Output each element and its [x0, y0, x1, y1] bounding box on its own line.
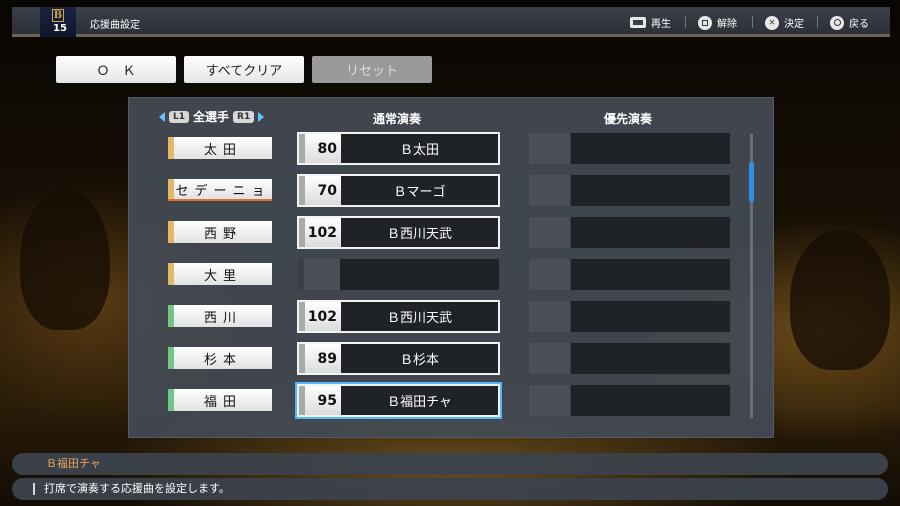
song-number: 89 — [299, 344, 341, 373]
player-name: 太田 — [203, 142, 242, 158]
cheer-song-panel: L1 全選手 R1 通常演奏 優先演奏 太田 80 Ｂ太田セデーニョ 70 Ｂマーゴ西野… — [128, 97, 774, 438]
position-stripe — [168, 263, 174, 285]
selected-song-bar: Ｂ福田チャ — [12, 453, 888, 475]
hint-separator — [752, 16, 753, 28]
player-name-card[interactable]: 大里 — [168, 263, 272, 285]
description-text: 打席で演奏する応援曲を設定します。 — [44, 482, 230, 495]
filter-label: 全選手 — [193, 110, 230, 124]
normal-song-slot[interactable]: 89 Ｂ杉本 — [297, 342, 500, 375]
arrow-right-icon[interactable] — [258, 111, 265, 122]
touchpad-icon — [630, 17, 646, 28]
position-stripe — [168, 221, 174, 243]
team-logo: B 15 — [40, 7, 76, 37]
position-stripe — [168, 305, 174, 327]
song-name: Ｂ杉本 — [341, 344, 498, 373]
song-name: Ｂ太田 — [341, 134, 498, 163]
priority-song-slot[interactable] — [528, 342, 731, 375]
circle-button-icon — [830, 15, 844, 30]
position-stripe — [168, 347, 174, 369]
player-silhouette-left — [20, 190, 110, 330]
reset-button[interactable]: リセット — [312, 56, 432, 83]
l1-button-icon: L1 — [169, 110, 189, 123]
player-name-card[interactable]: セデーニョ — [168, 179, 272, 201]
normal-song-slot[interactable]: 80 Ｂ太田 — [297, 132, 500, 165]
priority-song-number — [529, 301, 571, 332]
song-number: 95 — [299, 386, 341, 415]
player-name: 大里 — [203, 268, 242, 284]
player-name: 西野 — [203, 226, 242, 242]
song-number — [298, 259, 340, 290]
position-stripe — [168, 389, 174, 411]
priority-song-slot[interactable] — [528, 300, 731, 333]
player-name-card[interactable]: 杉本 — [168, 347, 272, 369]
description-bar: 打席で演奏する応援曲を設定します。 — [12, 478, 888, 500]
player-name-card[interactable]: 西川 — [168, 305, 272, 327]
player-silhouette-right — [790, 230, 890, 370]
hint-confirm[interactable]: ✕ 決定 — [752, 15, 804, 30]
player-name: 西川 — [203, 310, 242, 326]
page-title: 応援曲設定 — [90, 20, 140, 31]
priority-song-number — [529, 385, 571, 416]
column-header-priority: 優先演奏 — [604, 112, 653, 126]
priority-song-slot[interactable] — [528, 384, 731, 417]
scrollbar-thumb[interactable] — [749, 162, 754, 202]
description-marker — [33, 483, 35, 495]
hint-play[interactable]: 再生 — [630, 15, 671, 30]
player-name: セデーニョ — [175, 183, 271, 199]
song-name: Ｂ福田チャ — [341, 386, 498, 415]
player-name-card[interactable]: 太田 — [168, 137, 272, 159]
position-stripe — [168, 137, 174, 159]
hint-play-label: 再生 — [651, 19, 671, 30]
player-name-card[interactable]: 西野 — [168, 221, 272, 243]
hint-confirm-label: 決定 — [784, 19, 804, 30]
priority-song-slot[interactable] — [528, 258, 731, 291]
hint-separator — [685, 16, 686, 28]
hint-back[interactable]: 戻る — [817, 15, 869, 30]
clear-all-button[interactable]: すべてクリア — [184, 56, 304, 83]
priority-song-slot[interactable] — [528, 216, 731, 249]
r1-button-icon: R1 — [233, 110, 255, 123]
song-number: 102 — [299, 218, 341, 247]
normal-song-slot[interactable] — [297, 258, 500, 291]
selected-song-name: Ｂ福田チャ — [46, 457, 101, 470]
arrow-left-icon[interactable] — [159, 111, 165, 122]
header-bar: B 15 応援曲設定 再生 解除 ✕ 決定 戻る — [12, 7, 890, 37]
priority-song-number — [529, 133, 571, 164]
normal-song-slot[interactable]: 70 Ｂマーゴ — [297, 174, 500, 207]
team-logo-mark: B — [52, 9, 64, 22]
hint-unset[interactable]: 解除 — [685, 15, 737, 30]
song-name: Ｂ西川天武 — [341, 302, 498, 331]
team-logo-number: 15 — [53, 23, 67, 34]
player-name: 杉本 — [203, 352, 242, 368]
player-name-card[interactable]: 福田 — [168, 389, 272, 411]
priority-song-number — [529, 175, 571, 206]
ok-button[interactable]: Ｏ Ｋ — [56, 56, 176, 83]
hint-separator — [817, 16, 818, 28]
priority-song-number — [529, 259, 571, 290]
player-name: 福田 — [203, 394, 242, 410]
priority-song-number — [529, 343, 571, 374]
priority-song-number — [529, 217, 571, 248]
song-number: 102 — [299, 302, 341, 331]
song-number: 80 — [299, 134, 341, 163]
normal-song-slot[interactable]: 102 Ｂ西川天武 — [297, 216, 500, 249]
normal-song-slot[interactable]: 102 Ｂ西川天武 — [297, 300, 500, 333]
cross-button-icon: ✕ — [765, 15, 779, 30]
hint-back-label: 戻る — [849, 19, 869, 30]
song-name: Ｂ西川天武 — [341, 218, 498, 247]
square-button-icon — [698, 15, 712, 30]
song-name — [340, 259, 499, 290]
normal-song-slot[interactable]: 95 Ｂ福田チャ — [297, 384, 500, 417]
priority-song-slot[interactable] — [528, 174, 731, 207]
song-name: Ｂマーゴ — [341, 176, 498, 205]
priority-song-slot[interactable] — [528, 132, 731, 165]
hint-unset-label: 解除 — [717, 19, 737, 30]
song-number: 70 — [299, 176, 341, 205]
column-header-normal: 通常演奏 — [373, 112, 422, 126]
position-stripe — [168, 179, 174, 199]
player-filter[interactable]: L1 全選手 R1 — [159, 108, 265, 125]
